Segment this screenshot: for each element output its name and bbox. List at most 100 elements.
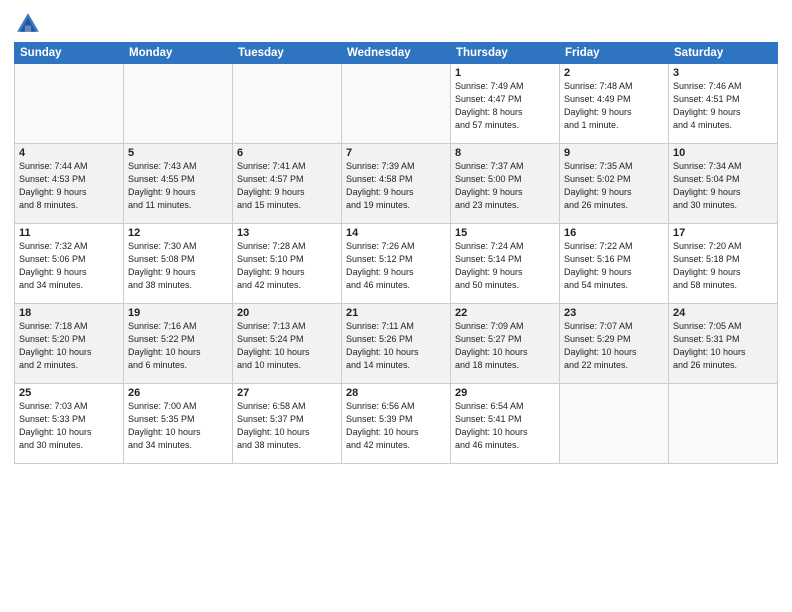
weekday-header-tuesday: Tuesday: [233, 43, 342, 64]
calendar-cell: 15Sunrise: 7:24 AM Sunset: 5:14 PM Dayli…: [451, 224, 560, 304]
day-info: Sunrise: 6:58 AM Sunset: 5:37 PM Dayligh…: [237, 400, 337, 452]
day-info: Sunrise: 7:05 AM Sunset: 5:31 PM Dayligh…: [673, 320, 773, 372]
day-info: Sunrise: 7:34 AM Sunset: 5:04 PM Dayligh…: [673, 160, 773, 212]
day-number: 25: [19, 387, 119, 399]
day-info: Sunrise: 7:39 AM Sunset: 4:58 PM Dayligh…: [346, 160, 446, 212]
calendar-cell: 26Sunrise: 7:00 AM Sunset: 5:35 PM Dayli…: [124, 384, 233, 464]
calendar-cell: 5Sunrise: 7:43 AM Sunset: 4:55 PM Daylig…: [124, 144, 233, 224]
calendar-cell: 23Sunrise: 7:07 AM Sunset: 5:29 PM Dayli…: [560, 304, 669, 384]
day-number: 16: [564, 227, 664, 239]
weekday-header-row: SundayMondayTuesdayWednesdayThursdayFrid…: [15, 43, 778, 64]
day-info: Sunrise: 7:22 AM Sunset: 5:16 PM Dayligh…: [564, 240, 664, 292]
day-info: Sunrise: 7:11 AM Sunset: 5:26 PM Dayligh…: [346, 320, 446, 372]
day-number: 13: [237, 227, 337, 239]
weekday-header-thursday: Thursday: [451, 43, 560, 64]
calendar-cell: 10Sunrise: 7:34 AM Sunset: 5:04 PM Dayli…: [669, 144, 778, 224]
logo-icon: [14, 10, 42, 38]
weekday-header-wednesday: Wednesday: [342, 43, 451, 64]
day-info: Sunrise: 7:48 AM Sunset: 4:49 PM Dayligh…: [564, 80, 664, 132]
calendar-cell: 11Sunrise: 7:32 AM Sunset: 5:06 PM Dayli…: [15, 224, 124, 304]
calendar-cell: 20Sunrise: 7:13 AM Sunset: 5:24 PM Dayli…: [233, 304, 342, 384]
day-number: 6: [237, 147, 337, 159]
calendar-cell: [342, 64, 451, 144]
calendar-cell: 14Sunrise: 7:26 AM Sunset: 5:12 PM Dayli…: [342, 224, 451, 304]
calendar-cell: [124, 64, 233, 144]
day-info: Sunrise: 7:13 AM Sunset: 5:24 PM Dayligh…: [237, 320, 337, 372]
day-number: 20: [237, 307, 337, 319]
day-number: 21: [346, 307, 446, 319]
day-number: 15: [455, 227, 555, 239]
calendar-cell: [15, 64, 124, 144]
logo: [14, 10, 46, 38]
day-number: 3: [673, 67, 773, 79]
day-number: 14: [346, 227, 446, 239]
day-info: Sunrise: 6:56 AM Sunset: 5:39 PM Dayligh…: [346, 400, 446, 452]
weekday-header-sunday: Sunday: [15, 43, 124, 64]
day-number: 17: [673, 227, 773, 239]
calendar-cell: [560, 384, 669, 464]
day-info: Sunrise: 7:03 AM Sunset: 5:33 PM Dayligh…: [19, 400, 119, 452]
calendar-cell: 29Sunrise: 6:54 AM Sunset: 5:41 PM Dayli…: [451, 384, 560, 464]
day-info: Sunrise: 7:41 AM Sunset: 4:57 PM Dayligh…: [237, 160, 337, 212]
calendar: SundayMondayTuesdayWednesdayThursdayFrid…: [14, 42, 778, 464]
calendar-cell: 16Sunrise: 7:22 AM Sunset: 5:16 PM Dayli…: [560, 224, 669, 304]
day-number: 10: [673, 147, 773, 159]
day-info: Sunrise: 7:16 AM Sunset: 5:22 PM Dayligh…: [128, 320, 228, 372]
day-info: Sunrise: 6:54 AM Sunset: 5:41 PM Dayligh…: [455, 400, 555, 452]
weekday-header-saturday: Saturday: [669, 43, 778, 64]
day-number: 23: [564, 307, 664, 319]
day-number: 7: [346, 147, 446, 159]
day-number: 4: [19, 147, 119, 159]
calendar-cell: 4Sunrise: 7:44 AM Sunset: 4:53 PM Daylig…: [15, 144, 124, 224]
calendar-cell: 6Sunrise: 7:41 AM Sunset: 4:57 PM Daylig…: [233, 144, 342, 224]
day-info: Sunrise: 7:37 AM Sunset: 5:00 PM Dayligh…: [455, 160, 555, 212]
day-info: Sunrise: 7:49 AM Sunset: 4:47 PM Dayligh…: [455, 80, 555, 132]
day-info: Sunrise: 7:46 AM Sunset: 4:51 PM Dayligh…: [673, 80, 773, 132]
calendar-cell: 8Sunrise: 7:37 AM Sunset: 5:00 PM Daylig…: [451, 144, 560, 224]
day-number: 26: [128, 387, 228, 399]
day-number: 29: [455, 387, 555, 399]
day-info: Sunrise: 7:35 AM Sunset: 5:02 PM Dayligh…: [564, 160, 664, 212]
day-info: Sunrise: 7:43 AM Sunset: 4:55 PM Dayligh…: [128, 160, 228, 212]
calendar-cell: 24Sunrise: 7:05 AM Sunset: 5:31 PM Dayli…: [669, 304, 778, 384]
calendar-cell: 27Sunrise: 6:58 AM Sunset: 5:37 PM Dayli…: [233, 384, 342, 464]
calendar-cell: 28Sunrise: 6:56 AM Sunset: 5:39 PM Dayli…: [342, 384, 451, 464]
calendar-cell: 3Sunrise: 7:46 AM Sunset: 4:51 PM Daylig…: [669, 64, 778, 144]
calendar-cell: 1Sunrise: 7:49 AM Sunset: 4:47 PM Daylig…: [451, 64, 560, 144]
calendar-cell: 19Sunrise: 7:16 AM Sunset: 5:22 PM Dayli…: [124, 304, 233, 384]
day-number: 9: [564, 147, 664, 159]
week-row-1: 1Sunrise: 7:49 AM Sunset: 4:47 PM Daylig…: [15, 64, 778, 144]
calendar-cell: 22Sunrise: 7:09 AM Sunset: 5:27 PM Dayli…: [451, 304, 560, 384]
weekday-header-monday: Monday: [124, 43, 233, 64]
day-number: 1: [455, 67, 555, 79]
day-info: Sunrise: 7:24 AM Sunset: 5:14 PM Dayligh…: [455, 240, 555, 292]
calendar-cell: [233, 64, 342, 144]
week-row-3: 11Sunrise: 7:32 AM Sunset: 5:06 PM Dayli…: [15, 224, 778, 304]
calendar-cell: 17Sunrise: 7:20 AM Sunset: 5:18 PM Dayli…: [669, 224, 778, 304]
day-info: Sunrise: 7:00 AM Sunset: 5:35 PM Dayligh…: [128, 400, 228, 452]
day-info: Sunrise: 7:09 AM Sunset: 5:27 PM Dayligh…: [455, 320, 555, 372]
day-number: 28: [346, 387, 446, 399]
day-number: 27: [237, 387, 337, 399]
day-info: Sunrise: 7:32 AM Sunset: 5:06 PM Dayligh…: [19, 240, 119, 292]
day-number: 18: [19, 307, 119, 319]
day-info: Sunrise: 7:44 AM Sunset: 4:53 PM Dayligh…: [19, 160, 119, 212]
day-info: Sunrise: 7:20 AM Sunset: 5:18 PM Dayligh…: [673, 240, 773, 292]
day-number: 11: [19, 227, 119, 239]
day-number: 5: [128, 147, 228, 159]
calendar-cell: [669, 384, 778, 464]
week-row-2: 4Sunrise: 7:44 AM Sunset: 4:53 PM Daylig…: [15, 144, 778, 224]
calendar-cell: 12Sunrise: 7:30 AM Sunset: 5:08 PM Dayli…: [124, 224, 233, 304]
calendar-cell: 2Sunrise: 7:48 AM Sunset: 4:49 PM Daylig…: [560, 64, 669, 144]
calendar-cell: 13Sunrise: 7:28 AM Sunset: 5:10 PM Dayli…: [233, 224, 342, 304]
day-info: Sunrise: 7:26 AM Sunset: 5:12 PM Dayligh…: [346, 240, 446, 292]
day-number: 12: [128, 227, 228, 239]
header: [14, 10, 778, 38]
day-number: 2: [564, 67, 664, 79]
day-info: Sunrise: 7:30 AM Sunset: 5:08 PM Dayligh…: [128, 240, 228, 292]
page-container: SundayMondayTuesdayWednesdayThursdayFrid…: [0, 0, 792, 470]
day-number: 22: [455, 307, 555, 319]
day-number: 24: [673, 307, 773, 319]
calendar-cell: 18Sunrise: 7:18 AM Sunset: 5:20 PM Dayli…: [15, 304, 124, 384]
weekday-header-friday: Friday: [560, 43, 669, 64]
